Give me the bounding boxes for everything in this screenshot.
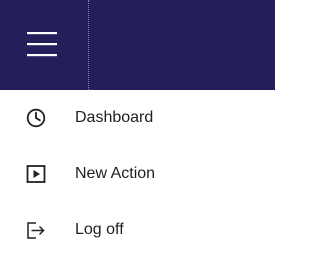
hamburger-menu-icon [27,32,57,57]
menu-item-label: New Action [75,165,156,182]
header-divider [88,0,89,90]
menu-item-label: Dashboard [75,109,154,126]
clock-icon [26,108,46,128]
play-box-icon [26,165,46,183]
top-bar [0,0,275,90]
navigation-menu: Dashboard New Action Log off [0,90,275,260]
logout-icon [27,222,45,239]
menu-item-label: Log off [75,221,124,238]
menu-item-new-action[interactable]: New Action [0,146,275,202]
menu-toggle-button[interactable] [0,0,88,90]
menu-item-dashboard[interactable]: Dashboard [0,90,275,146]
menu-item-log-off[interactable]: Log off [0,202,275,258]
